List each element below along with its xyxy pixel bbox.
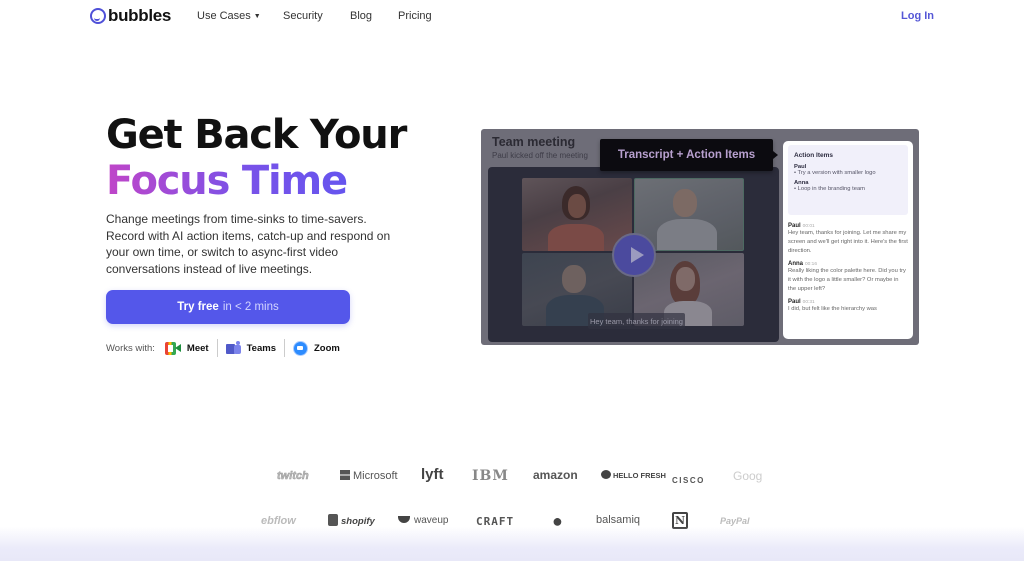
top-nav: bubbles Use Cases ▼ Security Blog Pricing…: [0, 0, 1024, 34]
microsoft-label: Microsoft: [353, 470, 398, 482]
shopify-icon: [328, 514, 338, 526]
transcript-entry: Anna 00:16 Really liking the color palett…: [788, 261, 908, 294]
balsamiq-logo: balsamiq: [596, 514, 641, 526]
login-link[interactable]: Log In: [901, 10, 934, 22]
action-item: • Loop in the branding team: [794, 186, 865, 192]
paypal-logo: PayPal: [720, 516, 750, 526]
transcript-list: Paul 00:01 Hey team, thanks for joining. …: [788, 223, 908, 314]
video-tile: [522, 178, 632, 251]
action-items-title: Action Items: [794, 152, 834, 159]
microsoft-logo: Microsoft: [340, 470, 398, 482]
waveup-label: waveup: [414, 515, 449, 526]
shopify-label: shopify: [341, 516, 375, 527]
meeting-title: Team meeting: [492, 135, 576, 149]
hellofresh-logo: HELLO FRESH: [601, 470, 666, 479]
waveup-logo: waveup: [398, 515, 448, 526]
hellofresh-icon: [601, 470, 611, 479]
bubbles-logo-icon: [90, 8, 106, 24]
try-free-button[interactable]: Try free in < 2 mins: [106, 290, 350, 324]
cisco-logo: CISCO: [672, 476, 705, 485]
works-with: Works with: Meet Teams Zoom: [106, 338, 340, 358]
integration-meet-label: Meet: [186, 342, 209, 354]
ibm-logo: IBM: [472, 468, 509, 484]
try-free-sublabel: in < 2 mins: [222, 301, 279, 313]
video-caption: Hey team, thanks for joining: [588, 313, 685, 329]
lyft-logo: lyft: [421, 466, 444, 483]
brand-logo[interactable]: bubbles: [90, 6, 171, 26]
google-logo: Goog: [733, 469, 763, 483]
meeting-subtitle: Paul kicked off the meeting: [492, 151, 588, 160]
transcript-text: Hey team, thanks for joining. Let me sha…: [788, 230, 908, 254]
video-player[interactable]: Hey team, thanks for joining: [488, 167, 779, 342]
integration-meet: Meet: [164, 341, 209, 355]
shopify-logo: shopify: [328, 514, 375, 527]
microsoft-teams-icon: [225, 340, 241, 355]
integration-zoom: Zoom: [292, 340, 340, 356]
bottom-gradient: [0, 527, 1024, 561]
transcript-entry: Paul 00:01 Hey team, thanks for joining. …: [788, 223, 908, 256]
play-icon[interactable]: [612, 233, 656, 277]
transcript-panel: Action Items Paul • Try a version with s…: [783, 141, 913, 339]
amazon-logo: amazon: [533, 468, 578, 482]
waveup-icon: [398, 516, 410, 523]
integration-teams: Teams: [225, 340, 276, 355]
nav-security[interactable]: Security: [283, 10, 323, 22]
nav-use-cases[interactable]: Use Cases ▼: [197, 10, 261, 22]
caret-down-icon: ▼: [253, 13, 261, 20]
action-items-box: Action Items Paul • Try a version with s…: [788, 145, 908, 215]
hero-title: Get Back Your Focus Time: [106, 112, 407, 204]
hellofresh-label: HELLO FRESH: [613, 471, 666, 480]
webflow-logo: ebflow: [261, 515, 296, 527]
nav-use-cases-label: Use Cases: [197, 10, 251, 22]
hero-description: Change meetings from time-sinks to time-…: [106, 212, 391, 276]
microsoft-icon: [340, 470, 350, 480]
hero-title-line2: Focus Time: [106, 158, 406, 204]
brand-name: bubbles: [108, 6, 172, 25]
transcript-entry: Paul 00:31 I did, but felt like the hiera…: [788, 299, 908, 314]
try-free-label: Try free: [177, 301, 219, 313]
product-demo: Team meeting Paul kicked off the meeting…: [481, 129, 919, 345]
nav-pricing[interactable]: Pricing: [398, 10, 432, 22]
hero-title-line1: Get Back Your: [106, 112, 407, 158]
nav-blog[interactable]: Blog: [350, 10, 372, 22]
transcript-text: Really liking the color palette here. Di…: [788, 268, 906, 292]
action-item: • Try a version with smaller logo: [794, 170, 876, 176]
transcript-text: I did, but felt like the hierarchy was: [788, 306, 877, 312]
google-meet-icon: [164, 341, 181, 355]
zoom-icon: [292, 340, 308, 356]
integration-zoom-label: Zoom: [313, 342, 340, 354]
integration-teams-label: Teams: [246, 342, 276, 354]
works-with-label: Works with:: [106, 342, 155, 354]
divider: [283, 339, 285, 357]
divider: [216, 339, 218, 357]
transcript-badge: Transcript + Action Items: [600, 139, 778, 171]
twitch-logo: twitch: [277, 470, 309, 483]
